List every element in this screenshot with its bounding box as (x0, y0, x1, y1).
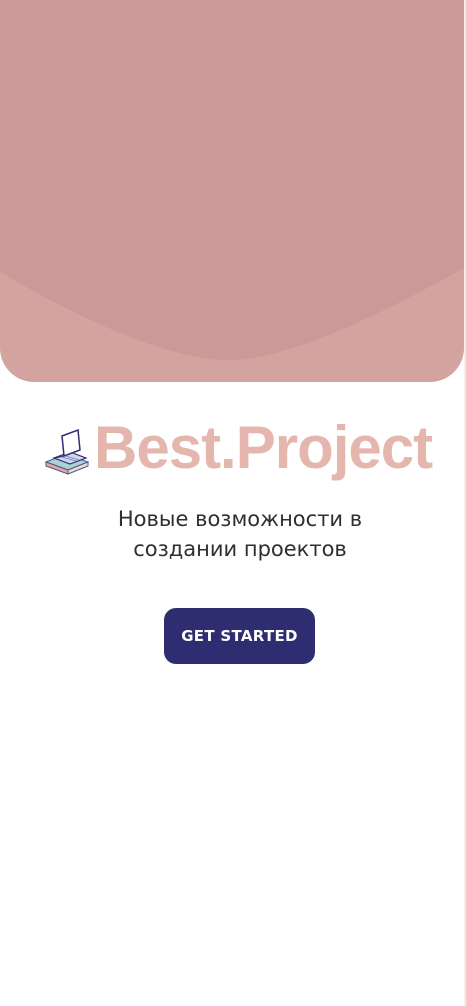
brand-logo-text: Best.Project (94, 414, 433, 481)
onboarding-screen: Best.Project Новые возможности в создани… (0, 0, 466, 1006)
tagline: Новые возможности в создании проектов (40, 504, 440, 564)
laptop-books-icon (44, 428, 96, 476)
tagline-line-1: Новые возможности в (117, 507, 363, 531)
tagline-line-2: создании проектов (133, 537, 347, 561)
hero-banner (0, 0, 464, 382)
brand-logo: Best.Project (44, 414, 444, 490)
get-started-button[interactable]: GET STARTED (164, 608, 315, 664)
hero-background (0, 0, 464, 382)
